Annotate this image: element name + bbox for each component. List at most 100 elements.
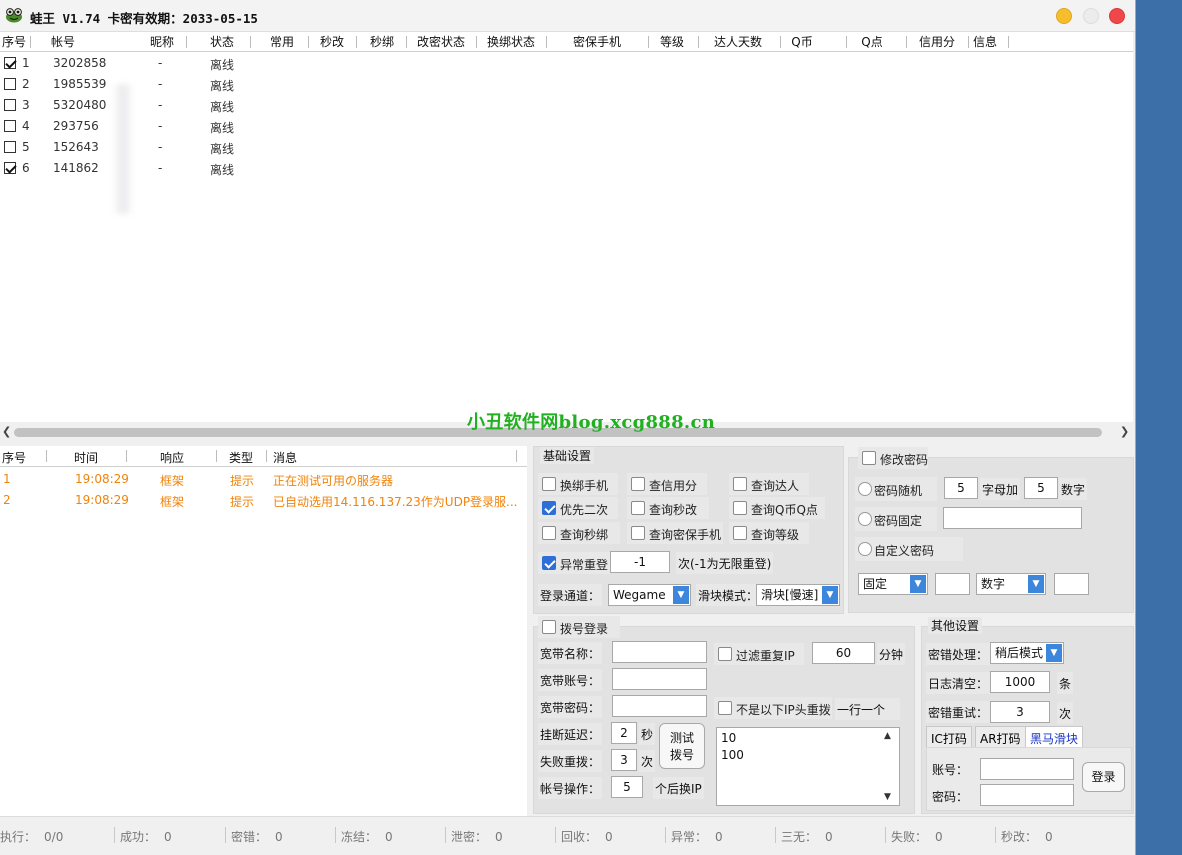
column-divider[interactable] — [46, 450, 47, 462]
custom-extra-input[interactable] — [1054, 573, 1089, 595]
column-header[interactable]: 帐号 — [40, 34, 86, 50]
checkbox-box[interactable] — [542, 477, 556, 491]
close-button[interactable] — [1109, 8, 1125, 24]
checkbox-box[interactable] — [542, 526, 556, 540]
scroll-right-icon[interactable]: ❯ — [1120, 425, 1129, 438]
ip-prefix-list-textarea[interactable]: 10 100 — [716, 727, 900, 806]
checkbox-box[interactable] — [862, 451, 876, 465]
column-header[interactable]: 改密状态 — [408, 34, 474, 50]
account-op-input[interactable]: 5 — [611, 776, 643, 798]
column-divider[interactable] — [516, 450, 517, 462]
log-column-header[interactable]: 类型 — [229, 449, 253, 466]
accounts-table[interactable]: 序号 帐号 昵称 状态 常用 秒改 秒绑 改密状态 换绑状态 密保手机 等级 达人天数 Q币 Q点 信用分信… — [0, 32, 1133, 422]
broadband-password-input[interactable] — [612, 695, 707, 717]
column-header[interactable]: 换绑状态 — [478, 34, 544, 50]
filter-minutes-input[interactable]: 60 — [812, 642, 875, 664]
column-header[interactable]: 信息 — [964, 34, 1006, 50]
fixed-password-radio[interactable]: 密码固定 — [855, 507, 937, 531]
table-row[interactable]: 5 152643 - 离线 — [0, 137, 300, 158]
tab-ar-captcha[interactable]: AR打码 — [975, 726, 1026, 748]
broadband-account-input[interactable] — [612, 668, 707, 690]
query-qcoin-checkbox[interactable]: 查询Q币Q点 — [729, 497, 825, 519]
column-divider[interactable] — [30, 36, 31, 48]
table-row[interactable]: 2 1985539 - 离线 — [0, 74, 300, 95]
checkbox-box[interactable] — [542, 620, 556, 634]
column-divider[interactable] — [476, 36, 477, 48]
captcha-login-button[interactable]: 登录 — [1082, 762, 1125, 792]
checkbox-box[interactable] — [718, 647, 732, 661]
query-secure-phone-checkbox[interactable]: 查询密保手机 — [627, 522, 723, 544]
minimize-button[interactable] — [1056, 8, 1072, 24]
hangup-delay-input[interactable]: 2 — [611, 722, 637, 744]
column-divider[interactable] — [308, 36, 309, 48]
custom-password-radio[interactable]: 自定义密码 — [855, 537, 963, 561]
column-divider[interactable] — [1008, 36, 1009, 48]
table-row[interactable]: 1 3202858 - 离线 — [0, 53, 300, 74]
slider-mode-select[interactable]: 滑块[慢速] ▼ — [756, 584, 840, 606]
column-divider[interactable] — [266, 450, 267, 462]
scroll-up-icon[interactable]: ▲ — [884, 731, 891, 741]
log-row[interactable]: 2 19:08:29 框架 提示 已自动选用14.116.137.23作为UDP登录服.… — [0, 489, 527, 510]
column-divider[interactable] — [406, 36, 407, 48]
column-header[interactable]: 秒改 — [310, 34, 354, 50]
captcha-account-input[interactable] — [980, 758, 1074, 780]
log-table[interactable]: 序号 时间 响应 类型 消息 1 19:08:29 框架 提示 正在测试可用の服务器 2 19:08… — [0, 446, 527, 816]
column-header[interactable]: Q币 — [760, 34, 844, 50]
row-checkbox[interactable] — [4, 120, 16, 132]
column-header[interactable]: 常用 — [258, 34, 306, 50]
checkbox-box[interactable] — [718, 701, 732, 715]
checkbox-box[interactable] — [631, 526, 645, 540]
query-credit-checkbox[interactable]: 查信用分 — [627, 473, 707, 495]
row-checkbox[interactable] — [4, 78, 16, 90]
wrong-retry-input[interactable]: 3 — [990, 701, 1050, 723]
column-header[interactable]: 序号 — [2, 34, 28, 50]
table-row[interactable]: 3 5320480 - 离线 — [0, 95, 300, 116]
column-header[interactable]: 信用分 — [908, 34, 966, 50]
column-divider[interactable] — [186, 36, 187, 48]
row-checkbox[interactable] — [4, 141, 16, 153]
retry-on-error-checkbox[interactable]: 异常重登 — [538, 552, 610, 574]
wrong-password-select[interactable]: 稍后模式 ▼ — [990, 642, 1064, 664]
test-dial-button[interactable]: 测试 拨号 — [659, 723, 705, 769]
query-quick-change-checkbox[interactable]: 查询秒改 — [627, 497, 709, 519]
column-header[interactable]: Q点 — [840, 34, 904, 50]
retry-count-input[interactable]: -1 — [610, 551, 670, 573]
log-column-header[interactable]: 消息 — [273, 449, 297, 466]
swap-phone-checkbox[interactable]: 换绑手机 — [538, 473, 618, 495]
captcha-password-input[interactable] — [980, 784, 1074, 806]
table-row[interactable]: 4 293756 - 离线 — [0, 116, 300, 137]
column-header[interactable]: 等级 — [648, 34, 696, 50]
column-header[interactable]: 秒绑 — [360, 34, 404, 50]
digits-count-input[interactable]: 5 — [1024, 477, 1058, 499]
letters-count-input[interactable]: 5 — [944, 477, 978, 499]
column-divider[interactable] — [546, 36, 547, 48]
channel-select[interactable]: Wegame ▼ — [608, 584, 691, 606]
fixed-password-input[interactable] — [943, 507, 1082, 529]
row-checkbox[interactable] — [4, 57, 16, 69]
checkbox-box[interactable] — [542, 501, 556, 515]
custom-text-input[interactable] — [935, 573, 970, 595]
row-checkbox[interactable] — [4, 162, 16, 174]
filter-duplicate-ip-checkbox[interactable]: 过滤重复IP — [714, 643, 804, 665]
fail-redial-input[interactable]: 3 — [611, 749, 637, 771]
table-row[interactable]: 6 141862 - 离线 — [0, 158, 300, 179]
checkbox-box[interactable] — [733, 526, 747, 540]
log-column-header[interactable]: 响应 — [160, 449, 184, 466]
ip-prefix-redial-checkbox[interactable]: 不是以下IP头重拨 — [714, 697, 832, 719]
log-column-header[interactable]: 序号 — [2, 449, 26, 466]
tab-ic-captcha[interactable]: IC打码 — [926, 726, 972, 748]
password-settings-checkbox[interactable]: 修改密码 — [858, 447, 928, 469]
query-level-checkbox[interactable]: 查询等级 — [729, 522, 809, 544]
checkbox-box[interactable] — [542, 556, 556, 570]
log-column-header[interactable]: 时间 — [74, 449, 98, 466]
broadband-name-input[interactable] — [612, 641, 707, 663]
column-divider[interactable] — [356, 36, 357, 48]
scroll-down-icon[interactable]: ▼ — [884, 792, 891, 802]
scroll-left-icon[interactable]: ❮ — [2, 425, 11, 438]
column-header[interactable]: 昵称 — [140, 34, 184, 50]
custom-type-select[interactable]: 数字 ▼ — [976, 573, 1046, 595]
checkbox-box[interactable] — [733, 477, 747, 491]
tab-heima-slider[interactable]: 黑马滑块 — [1025, 726, 1084, 748]
column-divider[interactable] — [250, 36, 251, 48]
log-row[interactable]: 1 19:08:29 框架 提示 正在测试可用の服务器 — [0, 468, 527, 489]
